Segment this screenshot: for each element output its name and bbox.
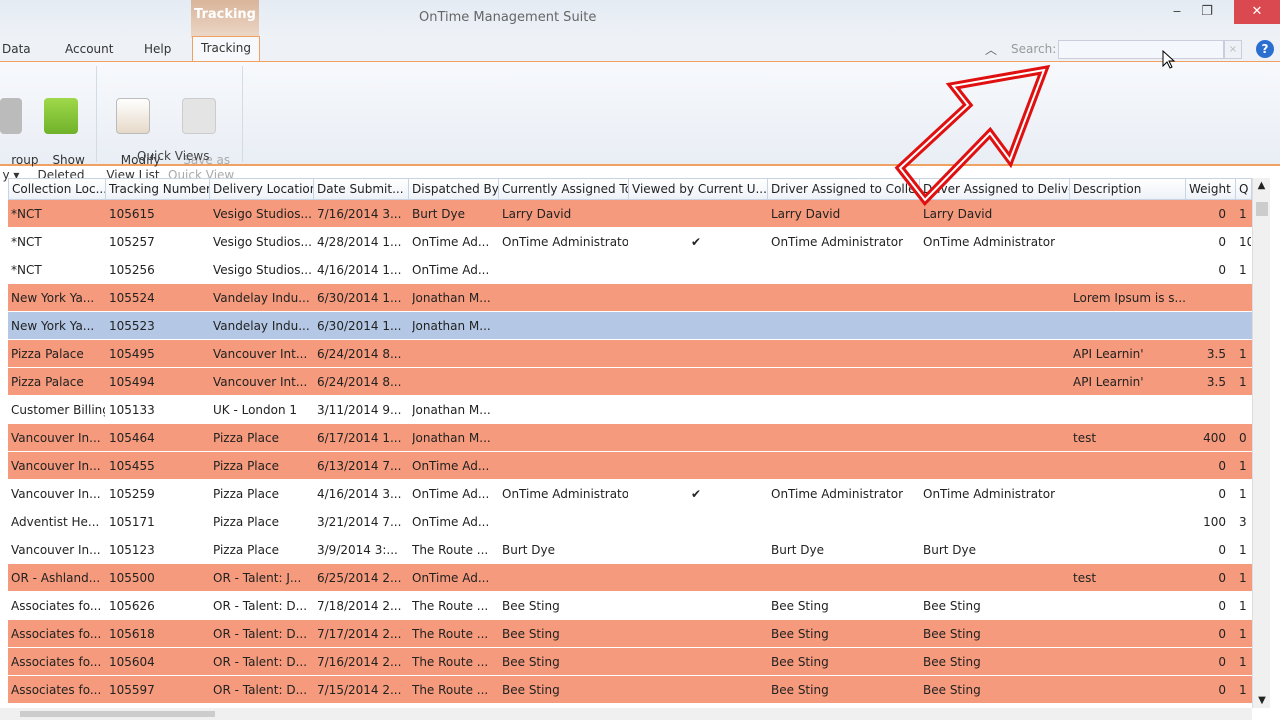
mouse-cursor-icon xyxy=(1162,50,1176,69)
red-arrow-annotation xyxy=(894,64,1051,207)
